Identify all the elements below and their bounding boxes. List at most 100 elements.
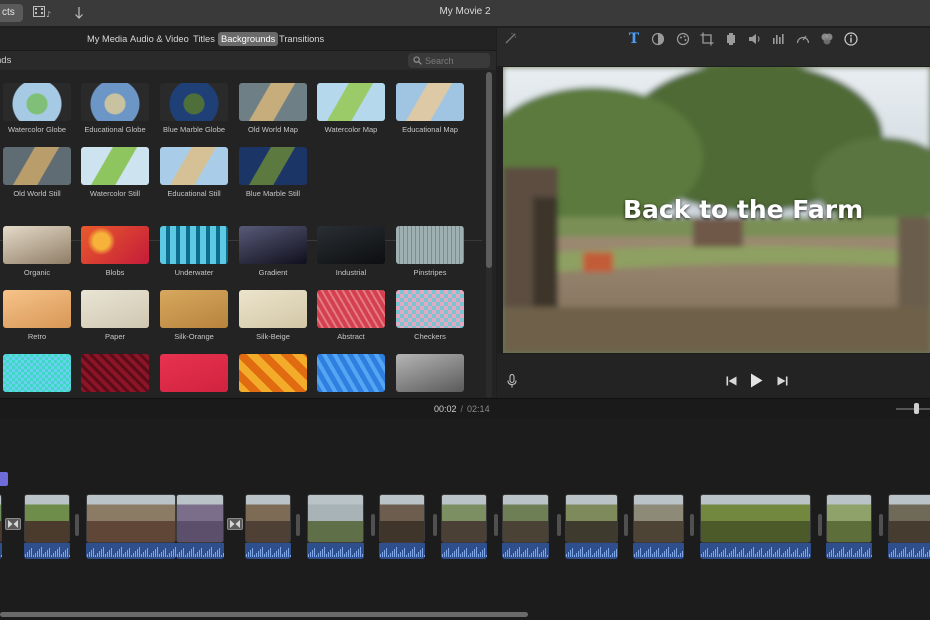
clip-audio-waveform	[502, 543, 549, 559]
background-item[interactable]: Old World Map	[239, 83, 307, 134]
color-correction-icon[interactable]	[676, 32, 690, 46]
timeline-clip[interactable]	[176, 494, 224, 559]
transition-icon[interactable]	[227, 518, 243, 530]
browser-scrollbar[interactable]	[486, 72, 492, 398]
browser-scroll-thumb[interactable]	[486, 72, 492, 268]
timeline-zoom-knob[interactable]	[914, 403, 919, 414]
background-item[interactable]: Industrial	[317, 226, 385, 277]
background-item[interactable]: Pinstripes	[396, 226, 464, 277]
background-item[interactable]: Watercolor Map	[317, 83, 385, 134]
timeline-clip[interactable]	[826, 494, 872, 559]
clip-video-thumbnail	[379, 494, 425, 543]
background-item[interactable]: Retro	[3, 290, 71, 341]
timeline-clip[interactable]	[565, 494, 618, 559]
stabilization-icon[interactable]	[724, 32, 738, 46]
current-time: 00:02	[434, 404, 457, 414]
background-item[interactable]: Underwater	[160, 226, 228, 277]
timeline-scrollbar[interactable]	[0, 612, 528, 617]
tab-titles[interactable]: Titles	[190, 32, 218, 46]
texture-icon	[317, 354, 385, 392]
microphone-icon[interactable]	[507, 374, 517, 388]
color-balance-icon[interactable]	[651, 32, 665, 46]
title-text-icon[interactable]: T	[627, 31, 641, 47]
timeline-clip[interactable]	[24, 494, 70, 559]
clip-separator	[433, 514, 437, 536]
background-item[interactable]	[239, 354, 307, 392]
background-item[interactable]	[3, 354, 71, 392]
texture-icon	[396, 354, 464, 392]
background-item[interactable]	[81, 354, 149, 392]
background-item[interactable]: Watercolor Globe	[3, 83, 71, 134]
background-item[interactable]: Silk-Orange	[160, 290, 228, 341]
tab-my-media[interactable]: My Media	[84, 32, 130, 46]
timeline-clip[interactable]	[86, 494, 176, 559]
volume-icon[interactable]	[748, 32, 762, 46]
background-item[interactable]: Blobs	[81, 226, 149, 277]
timeline-zoom-slider[interactable]	[896, 408, 930, 410]
background-item[interactable]: Checkers	[396, 290, 464, 341]
transition-icon[interactable]	[5, 518, 21, 530]
search-box[interactable]	[408, 53, 490, 68]
timeline-clip[interactable]	[888, 494, 930, 559]
timeline-clip[interactable]	[633, 494, 684, 559]
time-separator: /	[460, 404, 464, 414]
background-item[interactable]: Organic	[3, 226, 71, 277]
clip-audio-waveform	[176, 543, 224, 559]
tab-audio-video[interactable]: Audio & Video	[127, 32, 192, 46]
background-item[interactable]: Silk-Beige	[239, 290, 307, 341]
title-clip-marker[interactable]	[0, 472, 8, 486]
background-item-label: Blue Marble Globe	[162, 125, 226, 134]
background-item[interactable]: Watercolor Still	[81, 147, 149, 198]
background-item[interactable]: Abstract	[317, 290, 385, 341]
background-item[interactable]: Blue Marble Still	[239, 147, 307, 198]
tab-backgrounds[interactable]: Backgrounds	[218, 32, 279, 46]
timeline-clip[interactable]	[0, 494, 2, 559]
background-item[interactable]	[396, 354, 464, 392]
clip-audio-waveform	[24, 543, 70, 559]
search-input[interactable]	[425, 54, 487, 67]
clip-separator	[879, 514, 883, 536]
speed-icon[interactable]	[796, 32, 810, 46]
background-item[interactable]: Paper	[81, 290, 149, 341]
background-item-label: Gradient	[258, 268, 288, 277]
timeline-clip[interactable]	[441, 494, 487, 559]
timeline-clip[interactable]	[379, 494, 425, 559]
timeline-clip[interactable]	[700, 494, 811, 559]
background-item[interactable]: Educational Still	[160, 147, 228, 198]
clip-separator	[818, 514, 822, 536]
background-item[interactable]: Educational Globe	[81, 83, 149, 134]
info-icon[interactable]	[844, 32, 858, 46]
clip-video-thumbnail	[86, 494, 176, 543]
skip-forward-icon[interactable]	[777, 376, 788, 386]
equalizer-icon[interactable]	[772, 32, 786, 46]
background-item[interactable]: Old World Still	[3, 147, 71, 198]
tab-transitions[interactable]: Transitions	[276, 32, 327, 46]
clip-audio-waveform	[888, 543, 930, 559]
clip-video-thumbnail	[0, 494, 2, 543]
project-timeline[interactable]	[0, 418, 930, 620]
background-item[interactable]: Educational Map	[396, 83, 464, 134]
background-item[interactable]: Blue Marble Globe	[160, 83, 228, 134]
clip-video-thumbnail	[307, 494, 364, 543]
timeline-clip[interactable]	[502, 494, 549, 559]
background-item[interactable]	[160, 354, 228, 392]
clip-video-thumbnail	[441, 494, 487, 543]
background-item[interactable]: Gradient	[239, 226, 307, 277]
play-icon[interactable]	[750, 373, 763, 388]
clip-video-thumbnail	[888, 494, 930, 543]
clip-filter-icon[interactable]	[820, 32, 834, 46]
background-item[interactable]	[317, 354, 385, 392]
clip-audio-waveform	[307, 543, 364, 559]
timeline-clip[interactable]	[307, 494, 364, 559]
background-item-label: Checkers	[414, 332, 446, 341]
clip-separator	[494, 514, 498, 536]
video-title-overlay[interactable]: Back to the Farm	[623, 195, 863, 224]
timeline-clip[interactable]	[245, 494, 291, 559]
crop-icon[interactable]	[700, 32, 714, 46]
video-viewer[interactable]: Back to the Farm	[503, 67, 930, 353]
texture-icon	[81, 354, 149, 392]
magic-wand-icon[interactable]	[503, 32, 517, 46]
skip-back-icon[interactable]	[726, 376, 737, 386]
map-icon	[239, 83, 307, 121]
texture-icon	[239, 290, 307, 328]
